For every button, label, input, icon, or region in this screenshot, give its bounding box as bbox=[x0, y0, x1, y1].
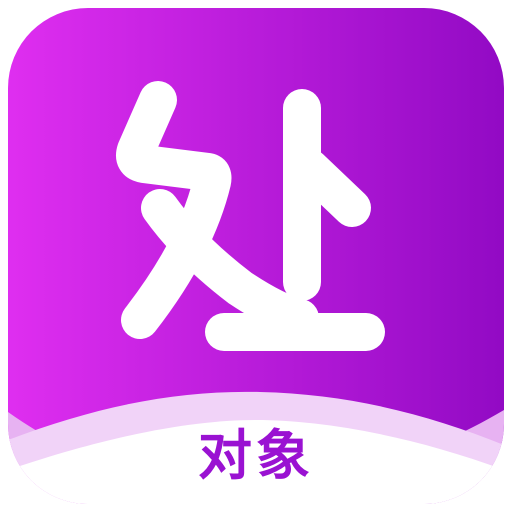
app-icon[interactable]: 对象 bbox=[0, 0, 512, 512]
app-name-caption: 对象 bbox=[198, 424, 314, 487]
